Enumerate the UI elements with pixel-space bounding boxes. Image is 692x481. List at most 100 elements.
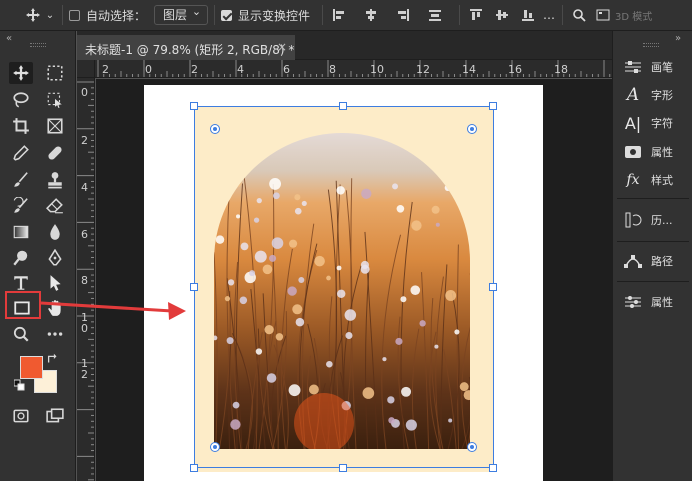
object-select-tool-icon[interactable]: [43, 89, 67, 111]
pen-tool-icon[interactable]: [43, 247, 67, 269]
divider: [617, 241, 689, 242]
quick-mask-icon[interactable]: [9, 405, 33, 427]
ruler-label: 1 2: [81, 357, 88, 381]
horizontal-ruler[interactable]: 2 0 2 4 6 8 10 12 14 16 18: [95, 60, 612, 78]
collapse-icon[interactable]: »: [675, 33, 681, 44]
corner-radius-handle-top-right[interactable]: [467, 124, 477, 134]
transform-handle-bottom-middle[interactable]: [339, 464, 347, 472]
divider: [617, 198, 689, 199]
align-vcenter-icon[interactable]: [492, 5, 512, 25]
transform-handle-bottom-right[interactable]: [489, 464, 497, 472]
panel-label: 字符: [651, 117, 673, 130]
auto-select-label: 自动选择：: [86, 8, 147, 23]
panel-adjust-properties[interactable]: 属性: [613, 288, 692, 316]
eyedropper-tool-icon[interactable]: [9, 142, 33, 164]
auto-select-checkbox[interactable]: [69, 9, 80, 21]
divider: [562, 5, 564, 25]
transform-handle-middle-right[interactable]: [489, 283, 497, 291]
align-bottom-icon[interactable]: [518, 5, 538, 25]
brush-settings-icon: [621, 60, 645, 74]
corner-radius-handle-bottom-right[interactable]: [467, 442, 477, 452]
lasso-tool-icon[interactable]: [9, 89, 33, 111]
path-selection-tool-icon[interactable]: [43, 272, 67, 294]
move-tool-icon[interactable]: [22, 4, 44, 26]
transform-bounding-box[interactable]: [194, 106, 494, 468]
panel-grip[interactable]: [30, 43, 46, 47]
show-transform-checkbox[interactable]: [221, 9, 233, 21]
panel-character[interactable]: A| 字符: [613, 109, 692, 137]
default-colors-icon[interactable]: [14, 379, 26, 392]
character-icon: A|: [624, 113, 642, 133]
panel-label: 属性: [651, 296, 673, 309]
swap-colors-icon[interactable]: [46, 352, 60, 366]
ruler-label: 2: [191, 63, 198, 76]
more-options-icon[interactable]: …: [542, 5, 556, 25]
panel-brush-settings[interactable]: 画笔: [613, 53, 692, 81]
chevron-down-icon[interactable]: ⌄: [44, 4, 56, 26]
search-icon[interactable]: [569, 5, 589, 25]
hand-tool-icon[interactable]: [43, 297, 67, 319]
ruler-label: 8: [329, 63, 336, 76]
panel-label: 属性: [651, 146, 673, 159]
panel-label: 历...: [651, 214, 673, 227]
transform-handle-top-right[interactable]: [489, 102, 497, 110]
stamp-tool-icon[interactable]: [43, 169, 67, 191]
dodge-tool-icon[interactable]: [9, 247, 33, 269]
ruler-label: 2: [102, 63, 109, 76]
panel-paths[interactable]: 路径: [613, 247, 692, 275]
brush-tool-icon[interactable]: [9, 169, 33, 191]
ruler-label: 0: [145, 63, 152, 76]
ruler-label: 10: [370, 63, 384, 76]
paths-icon: [621, 254, 645, 268]
panel-properties[interactable]: 属性: [613, 138, 692, 166]
align-top-icon[interactable]: [466, 5, 486, 25]
adjust-properties-icon: [621, 295, 645, 309]
properties-icon: [621, 145, 645, 159]
zoom-tool-icon[interactable]: [9, 323, 33, 345]
eraser-tool-icon[interactable]: [43, 195, 67, 217]
transform-handle-top-left[interactable]: [190, 102, 198, 110]
ruler-label: 12: [416, 63, 430, 76]
healing-brush-tool-icon[interactable]: [43, 142, 67, 164]
transform-handle-middle-left[interactable]: [190, 283, 198, 291]
panel-label: 样式: [651, 174, 673, 187]
ruler-origin[interactable]: [77, 60, 95, 78]
frame-tool-icon[interactable]: [43, 115, 67, 137]
ruler-label: 4: [237, 63, 244, 76]
move-tool-icon[interactable]: [9, 62, 33, 84]
foreground-color-swatch[interactable]: [20, 356, 43, 379]
marquee-tool-icon[interactable]: [43, 62, 67, 84]
divider: [62, 5, 63, 25]
screen-mode-icon[interactable]: [43, 405, 67, 427]
panel-styles[interactable]: fx 样式: [613, 166, 692, 194]
vertical-ruler[interactable]: 0 2 4 6 8 1 0 1 2: [77, 78, 95, 481]
rectangle-tool-highlight: [5, 291, 41, 319]
more-tools-icon[interactable]: [43, 323, 67, 345]
collapse-icon[interactable]: «: [6, 33, 12, 44]
transform-handle-top-middle[interactable]: [339, 102, 347, 110]
corner-radius-handle-bottom-left[interactable]: [210, 442, 220, 452]
panel-grip[interactable]: [643, 43, 659, 47]
gradient-tool-icon[interactable]: [9, 221, 33, 243]
divider: [214, 5, 216, 25]
align-right-icon[interactable]: [393, 5, 413, 25]
blur-tool-icon[interactable]: [43, 221, 67, 243]
align-left-icon[interactable]: [329, 5, 349, 25]
corner-radius-handle-top-left[interactable]: [210, 124, 220, 134]
panel-label: 路径: [651, 255, 673, 268]
close-icon[interactable]: ×: [277, 40, 287, 54]
options-bar: ⌄ 自动选择： 图层 显示变换控件 … 3D 模式: [0, 0, 692, 31]
panel-history[interactable]: 历...: [613, 206, 692, 234]
align-hcenter-icon[interactable]: [361, 5, 381, 25]
crop-tool-icon[interactable]: [9, 115, 33, 137]
panel-glyphs[interactable]: A 字形: [613, 81, 692, 109]
workspace-icon[interactable]: [593, 5, 613, 25]
history-brush-tool-icon[interactable]: [9, 195, 33, 217]
styles-icon: fx: [626, 172, 640, 188]
auto-select-target-dropdown[interactable]: 图层: [154, 4, 209, 25]
document-tab[interactable]: 未标题-1 @ 79.8% (矩形 2, RGB/8) * ×: [77, 35, 295, 60]
document-tab-title: 未标题-1 @ 79.8% (矩形 2, RGB/8) *: [85, 43, 295, 57]
distribute-icon[interactable]: [425, 5, 445, 25]
panel-label: 字形: [651, 89, 673, 102]
transform-handle-bottom-left[interactable]: [190, 464, 198, 472]
